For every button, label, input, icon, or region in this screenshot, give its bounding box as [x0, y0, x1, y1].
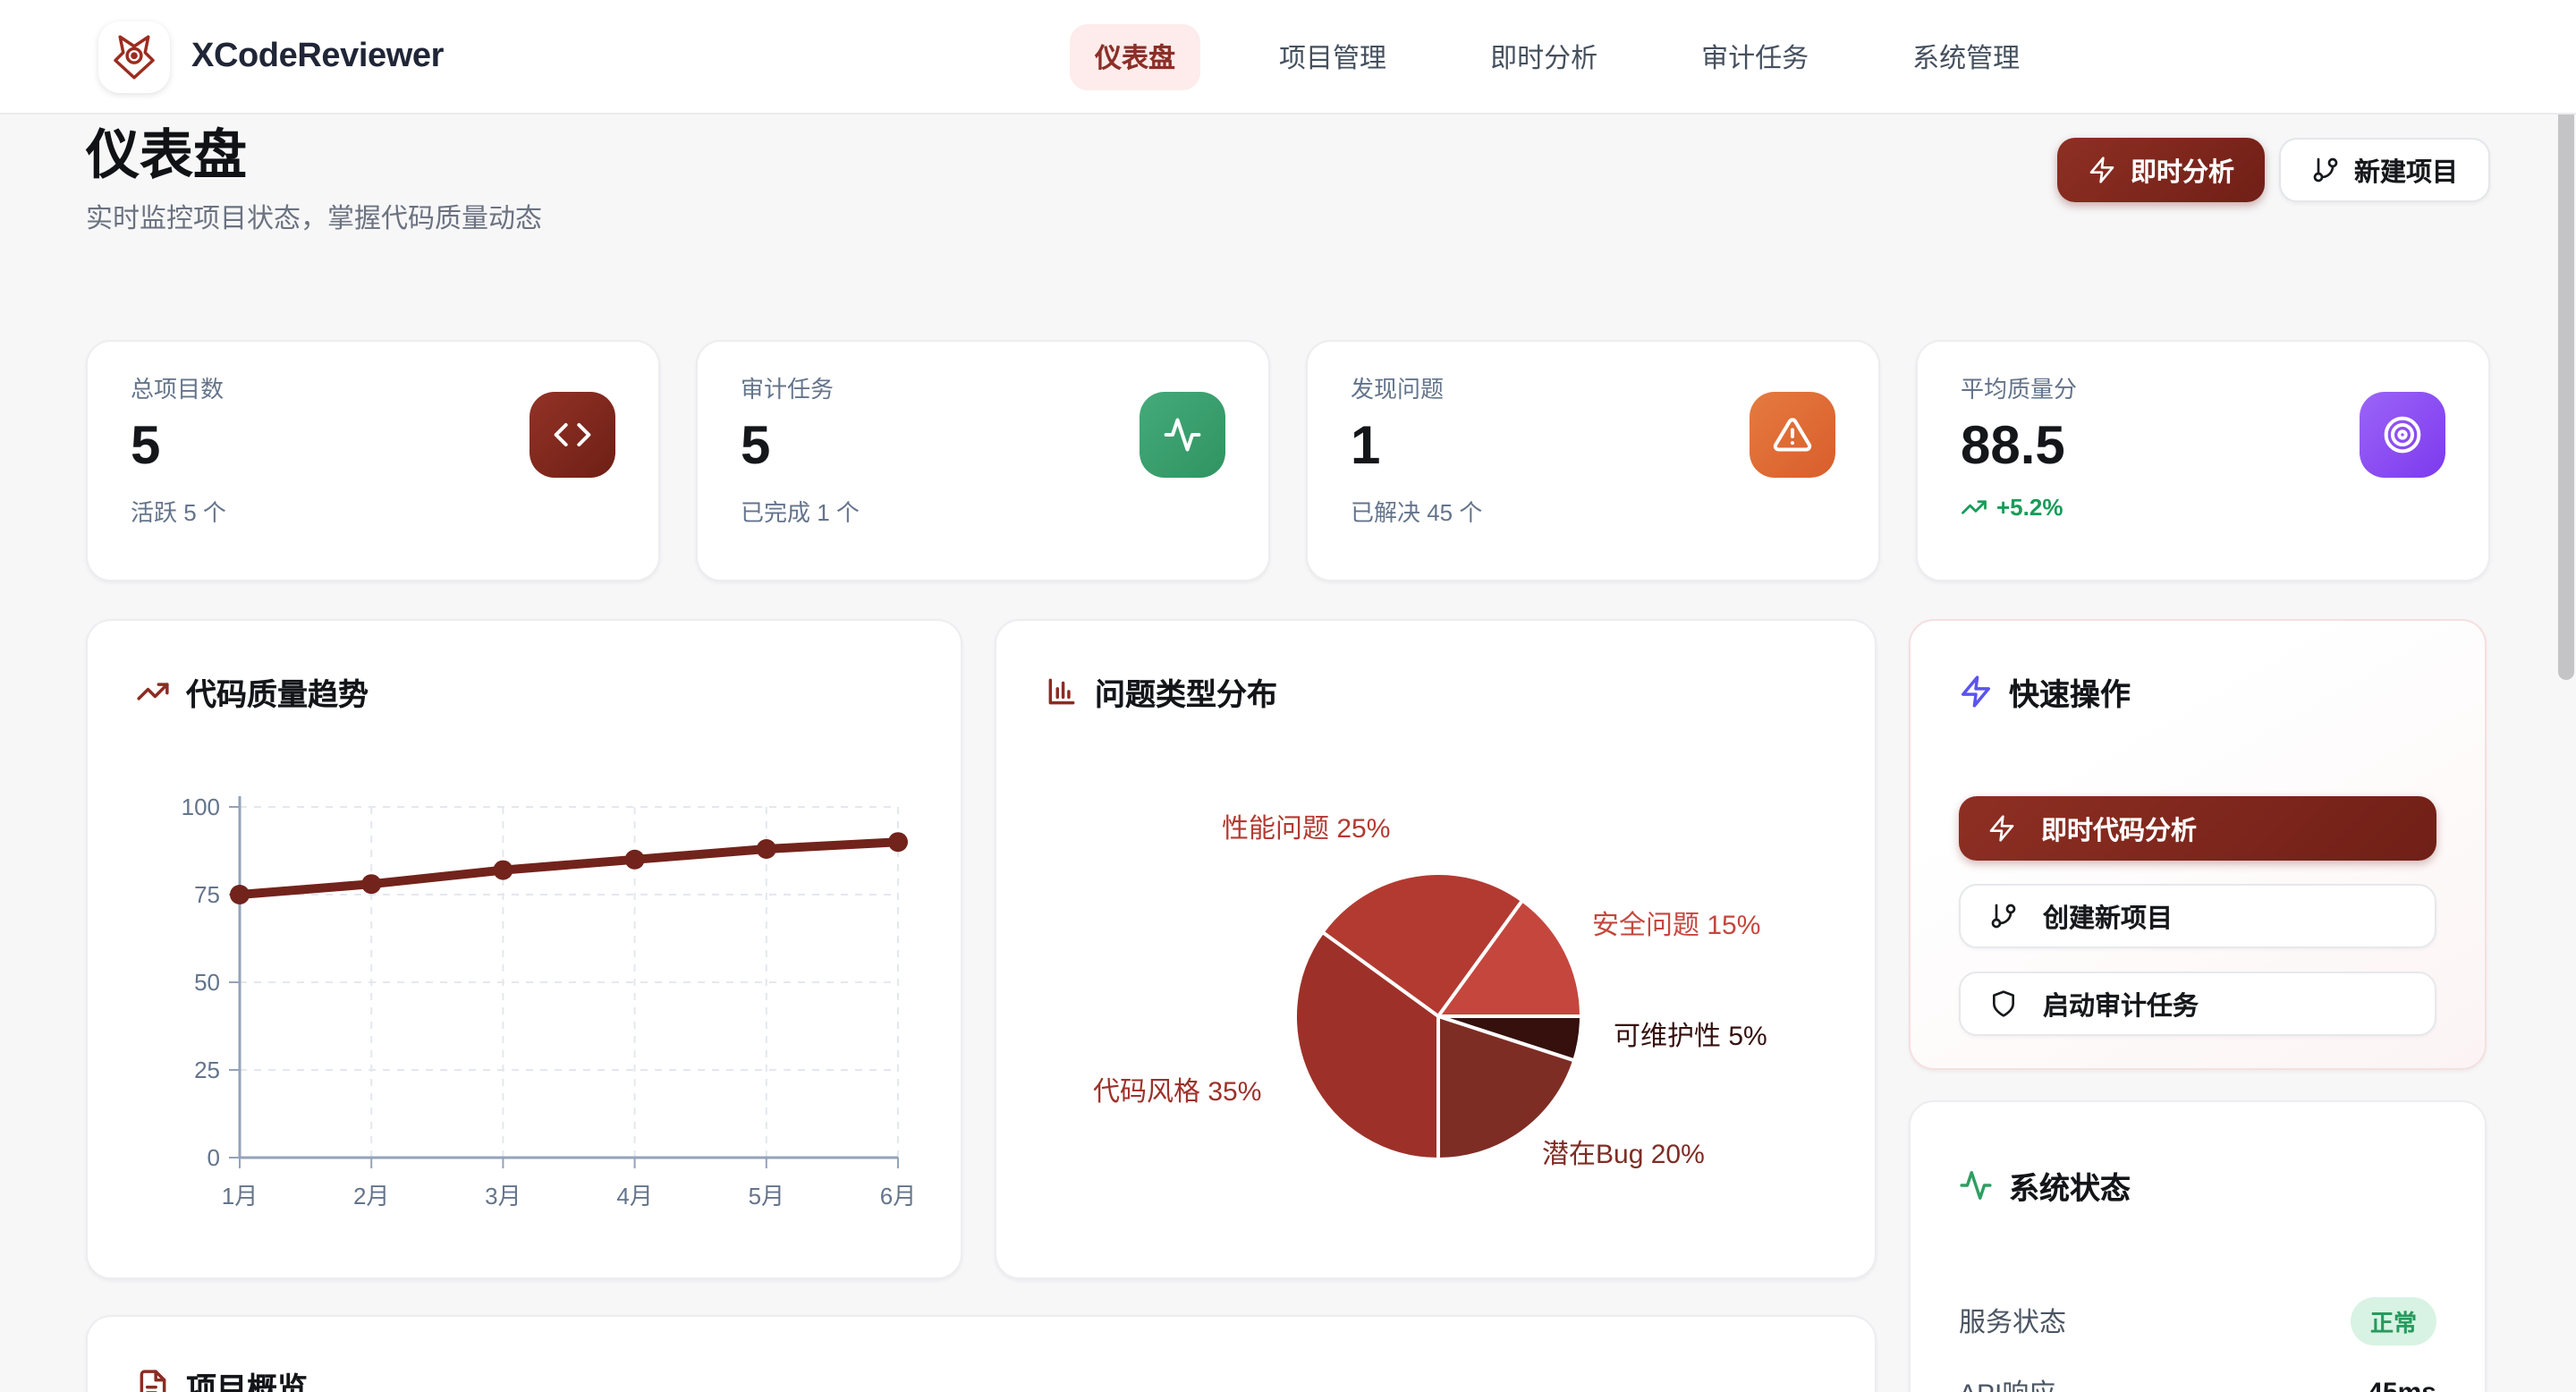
- issue-distribution-card: 问题类型分布 性能问题 25% 安全问题 15% 可维护性 5% 潜在Bug 2…: [995, 619, 1877, 1279]
- code-icon: [530, 392, 615, 478]
- quality-trend-chart: 0 25 50 75 100 1月 2月 3月 4月 5月 6月: [107, 782, 934, 1242]
- stat-card-total-projects: 总项目数 5 活跃 5 个: [86, 340, 660, 581]
- svg-text:50: 50: [194, 969, 220, 996]
- trending-up-icon: [1961, 494, 1987, 521]
- pie-label-code-style: 代码风格 35%: [1093, 1072, 1261, 1109]
- stat-card-avg-quality: 平均质量分 88.5 +5.2%: [1916, 340, 2490, 581]
- alert-triangle-icon: [1750, 392, 1835, 478]
- new-project-button[interactable]: 新建项目: [2279, 138, 2490, 202]
- nav-links: 仪表盘 项目管理 即时分析 审计任务 系统管理: [1070, 23, 2045, 89]
- scrollbar-thumb[interactable]: [2558, 21, 2574, 680]
- instant-analysis-button[interactable]: 即时分析: [2057, 138, 2265, 202]
- nav-item-instant-analysis[interactable]: 即时分析: [1465, 23, 1623, 89]
- git-branch-icon: [2311, 156, 2340, 184]
- logo-fox-icon: [98, 21, 170, 92]
- nav-item-audit-tasks[interactable]: 审计任务: [1676, 23, 1834, 89]
- pie-label-potential-bug: 潜在Bug 20%: [1542, 1134, 1705, 1172]
- zap-icon: [2088, 156, 2116, 184]
- dashboard-page: XCodeReviewer 仪表盘 项目管理 即时分析 审计任务 系统管理 仪表…: [0, 0, 2576, 1392]
- nav-item-dashboard[interactable]: 仪表盘: [1070, 23, 1200, 89]
- panel-title: 项目概览: [186, 1363, 308, 1392]
- status-badge: 正常: [2351, 1296, 2436, 1345]
- zap-icon: [1959, 675, 1993, 709]
- svg-text:3月: 3月: [485, 1183, 521, 1210]
- activity-icon: [1959, 1168, 1993, 1202]
- target-icon: [2360, 392, 2445, 478]
- page-subtitle: 实时监控项目状态，掌握代码质量动态: [86, 199, 2490, 236]
- stat-trend: +5.2%: [1961, 494, 2445, 521]
- svg-text:6月: 6月: [880, 1183, 916, 1210]
- stat-card-issues-found: 发现问题 1 已解决 45 个: [1306, 340, 1880, 581]
- brand[interactable]: XCodeReviewer: [98, 21, 444, 92]
- panel-title: 系统状态: [2009, 1163, 2131, 1208]
- svg-text:0: 0: [208, 1144, 220, 1171]
- panel-title: 代码质量趋势: [186, 669, 369, 714]
- svg-text:100: 100: [182, 794, 220, 820]
- pie-label-performance: 性能问题 25%: [1222, 809, 1390, 846]
- stat-card-audit-tasks: 审计任务 5 已完成 1 个: [696, 340, 1270, 581]
- quick-actions-card: 快速操作 即时代码分析 创建新项目 启动审计任务: [1909, 619, 2487, 1070]
- status-row-api: API响应 45ms: [1959, 1369, 2436, 1392]
- scrollbar-track[interactable]: [2556, 0, 2576, 1392]
- zap-icon: [1987, 814, 2016, 843]
- status-row-service: 服务状态 正常: [1959, 1297, 2436, 1344]
- pie-label-security: 安全问题 15%: [1592, 905, 1760, 943]
- trending-up-icon: [136, 675, 170, 709]
- activity-icon: [1140, 392, 1225, 478]
- nav-item-system-admin[interactable]: 系统管理: [1887, 23, 2045, 89]
- start-audit-button[interactable]: 启动审计任务: [1959, 972, 2436, 1036]
- hero-section: 仪表盘 实时监控项目状态，掌握代码质量动态 即时分析 新建项目: [86, 115, 2490, 340]
- svg-text:4月: 4月: [616, 1183, 652, 1210]
- svg-text:2月: 2月: [353, 1183, 389, 1210]
- git-branch-icon: [1989, 902, 2018, 930]
- right-column: 快速操作 即时代码分析 创建新项目 启动审计任务: [1909, 619, 2487, 1392]
- top-nav: XCodeReviewer 仪表盘 项目管理 即时分析 审计任务 系统管理: [0, 0, 2576, 115]
- nav-item-projects[interactable]: 项目管理: [1254, 23, 1411, 89]
- stat-sub: 已解决 45 个: [1351, 494, 1835, 528]
- project-overview-card: 项目概览: [86, 1315, 1877, 1392]
- panel-title: 快速操作: [2009, 669, 2131, 714]
- issue-pie-chart: [996, 621, 1875, 1277]
- brand-name: XCodeReviewer: [191, 37, 444, 76]
- instant-code-analysis-button[interactable]: 即时代码分析: [1959, 796, 2436, 861]
- pie-label-maintainability: 可维护性 5%: [1614, 1016, 1767, 1054]
- shield-icon: [1989, 989, 2018, 1018]
- svg-text:5月: 5月: [749, 1183, 784, 1210]
- create-project-button[interactable]: 创建新项目: [1959, 884, 2436, 948]
- hero-actions: 即时分析 新建项目: [2057, 138, 2490, 202]
- quality-trend-card: 代码质量趋势 0 25 50 75 100 1月 2月 3月 4月 5月 6月: [86, 619, 962, 1279]
- system-status-card: 系统状态 服务状态 正常 API响应 45ms: [1909, 1100, 2487, 1392]
- svg-text:75: 75: [194, 881, 220, 908]
- svg-text:1月: 1月: [222, 1183, 258, 1210]
- main-grid: 代码质量趋势 0 25 50 75 100 1月 2月 3月 4月 5月 6月 问题类型分布 性能问…: [86, 619, 2490, 1392]
- stat-sub: 活跃 5 个: [131, 494, 615, 528]
- stat-cards-row: 总项目数 5 活跃 5 个 审计任务 5 已完成 1 个 发现问题 1 已解决 …: [86, 340, 2490, 581]
- stat-sub: 已完成 1 个: [741, 494, 1225, 528]
- file-text-icon: [136, 1369, 170, 1392]
- svg-text:25: 25: [194, 1057, 220, 1083]
